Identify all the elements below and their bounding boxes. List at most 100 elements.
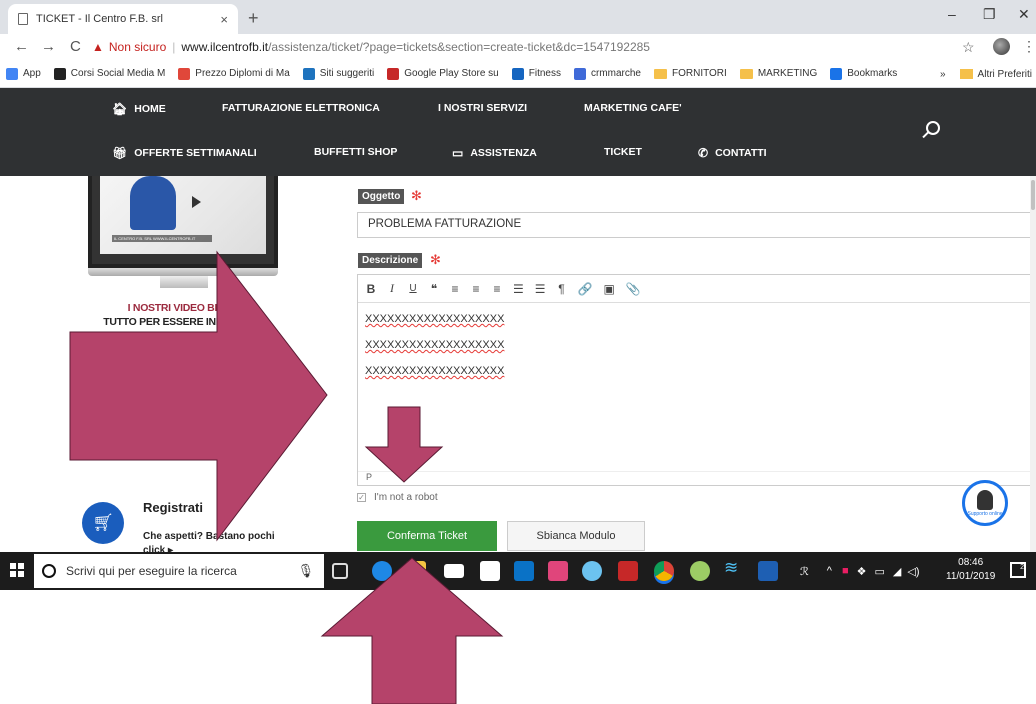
align-left-icon[interactable]: ≡ <box>450 282 460 296</box>
app-red-icon[interactable] <box>618 561 638 581</box>
video-blog-title[interactable]: I NOSTRI VIDEO BLOG <box>82 302 282 314</box>
app-blue-icon[interactable] <box>582 561 602 581</box>
align-center-icon[interactable]: ≡ <box>471 282 481 296</box>
app-green-icon[interactable] <box>690 561 710 581</box>
bookmark-favicon-icon <box>6 67 18 80</box>
search-icon[interactable] <box>926 121 940 135</box>
volume-icon[interactable]: ◁) <box>907 565 919 578</box>
other-bookmarks-label[interactable]: Altri Preferiti <box>978 69 1032 80</box>
nav-buffetti-shop[interactable]: BUFFETTI SHOP <box>314 146 397 158</box>
bookmark-item[interactable]: MARKETING <box>739 68 817 79</box>
forward-arrow-icon[interactable]: → <box>41 38 56 55</box>
nav-offerte[interactable]: 🎁︎ OFFERTE SETTIMANALI <box>112 146 257 160</box>
url-input[interactable]: ▲ Non sicuro | www.ilcentrofb.it/assiste… <box>92 36 952 58</box>
mail-icon[interactable] <box>444 564 464 578</box>
windows-start-icon[interactable] <box>10 563 24 577</box>
nav-marketing-cafe[interactable]: MARKETING CAFE' <box>584 102 682 114</box>
nav-servizi[interactable]: I NOSTRI SERVIZI <box>438 102 527 114</box>
nav-assistenza[interactable]: ▭ ASSISTENZA <box>452 146 537 160</box>
battery-icon[interactable]: ▭ <box>874 565 884 578</box>
captcha[interactable]: ✓ I'm not a robot <box>357 492 438 503</box>
bookmark-item[interactable]: crmmarche <box>573 67 641 80</box>
file-explorer-icon[interactable] <box>406 561 426 581</box>
bookmark-item[interactable]: App <box>6 67 41 80</box>
url-host: www.ilcentrofb.it <box>181 40 269 54</box>
microphone-icon[interactable]: 🎙︎ <box>297 563 314 579</box>
edge-icon[interactable] <box>372 561 392 581</box>
image-icon[interactable]: ▣ <box>603 282 614 296</box>
reset-form-button[interactable]: Sbianca Modulo <box>507 521 645 551</box>
confirm-ticket-button[interactable]: Conferma Ticket <box>357 521 497 551</box>
bookmark-item[interactable]: Bookmarks <box>830 67 897 80</box>
not-secure-label[interactable]: Non sicuro <box>109 40 166 54</box>
store-icon[interactable] <box>480 561 500 581</box>
page-scrollbar[interactable] <box>1030 176 1036 552</box>
nav-home[interactable]: 🏠︎ HOME <box>112 102 166 116</box>
tray-app-icon[interactable]: ■ <box>842 565 849 577</box>
bookmark-item[interactable]: Prezzo Diplomi di Ma <box>178 67 290 80</box>
task-view-icon[interactable] <box>332 563 348 579</box>
clock-date: 11/01/2019 <box>946 571 996 582</box>
subject-input[interactable]: PROBLEMA FATTURAZIONE <box>357 212 1033 238</box>
app-pink-icon[interactable] <box>548 561 568 581</box>
bookmark-item[interactable]: Corsi Social Media M <box>53 67 165 80</box>
notifications-icon[interactable]: 2 <box>1010 562 1026 578</box>
chevron-up-icon[interactable]: ^ <box>827 565 832 577</box>
back-arrow-icon[interactable]: ← <box>14 38 29 55</box>
tab-close-icon[interactable]: × <box>220 12 228 27</box>
word-icon[interactable] <box>758 561 778 581</box>
profile-avatar[interactable] <box>993 38 1010 55</box>
scrollbar-thumb[interactable] <box>1031 180 1035 210</box>
cortana-icon <box>42 564 56 578</box>
support-online-badge[interactable]: Supporto online <box>962 480 1008 526</box>
underline-icon[interactable]: U <box>408 283 418 294</box>
taskbar-search-input[interactable]: Scrivi qui per eseguire la ricerca 🎙︎ <box>34 554 324 588</box>
bookmark-item[interactable]: Google Play Store su <box>387 67 499 80</box>
video-blog-monitor[interactable]: IL CENTRO F.B. SRL WWW.ILCENTROFB.IT <box>88 176 278 268</box>
bookmark-item[interactable]: Siti suggeriti <box>302 67 374 80</box>
bookmark-item[interactable]: FORNITORI <box>653 68 727 79</box>
wifi-icon[interactable]: ≋ <box>724 558 744 578</box>
menu-dots-icon[interactable]: ⋮ <box>1022 38 1036 55</box>
close-window-button[interactable]: ✕ <box>1018 6 1030 23</box>
network-icon[interactable]: ◢ <box>893 565 901 578</box>
reload-icon[interactable]: C <box>70 38 81 55</box>
restore-button[interactable]: ❐ <box>983 6 996 23</box>
align-right-icon[interactable]: ≡ <box>492 282 502 296</box>
browser-tab[interactable]: TICKET - Il Centro F.B. srl × <box>8 4 238 34</box>
registrati-link[interactable]: Che aspetti? Bastano pochi click ▸ <box>143 530 293 552</box>
taskbar-clock[interactable]: 08:46 11/01/2019 <box>946 556 995 584</box>
clock-time: 08:46 <box>958 557 984 568</box>
attachment-icon[interactable]: 📎 <box>626 282 641 296</box>
address-bar: ← → C ▲ Non sicuro | www.ilcentrofb.it/a… <box>0 34 1036 60</box>
new-tab-button[interactable]: + <box>248 8 259 29</box>
nav-servizi-label: I NOSTRI SERVIZI <box>438 102 528 114</box>
link-icon[interactable]: 🔗 <box>578 282 593 296</box>
nav-buffetti-label: BUFFETTI SHOP <box>314 146 398 158</box>
blockquote-icon[interactable]: ❝ <box>429 282 439 296</box>
bullet-list-icon[interactable]: ☰ <box>513 282 524 296</box>
editor-body[interactable]: XXXXXXXXXXXXXXXXXXX XXXXXXXXXXXXXXXXXXX XX… <box>358 303 1032 401</box>
bookmark-item[interactable]: Fitness <box>511 67 561 80</box>
captcha-checkbox[interactable]: ✓ <box>357 493 366 502</box>
tray-dropbox-icon[interactable]: ❖ <box>857 565 867 578</box>
nav-contatti[interactable]: ✆ CONTATTI <box>698 146 767 160</box>
outlook-icon[interactable] <box>514 561 534 581</box>
editor-line: XXXXXXXXXXXXXXXXXXX <box>365 339 505 351</box>
nav-fatturazione[interactable]: FATTURAZIONE ELETTRONICA <box>222 102 380 114</box>
bookmarks-more-icon[interactable]: » <box>940 69 946 80</box>
paragraph-icon[interactable]: ¶ <box>557 282 567 296</box>
bookmark-label: Prezzo Diplomi di Ma <box>195 68 290 79</box>
bookmark-star-icon[interactable]: ☆ <box>962 39 975 56</box>
italic-icon[interactable]: I <box>387 281 397 296</box>
cart-icon[interactable]: 🛒︎ <box>82 502 124 544</box>
chrome-icon[interactable] <box>654 561 674 581</box>
numbered-list-icon[interactable]: ☰ <box>535 282 546 296</box>
description-editor[interactable]: B I U ❝ ≡ ≡ ≡ ☰ ☰ ¶ 🔗 ▣ 📎 XXXXXXXXXXXXXXXXXXX XXXXXXX… <box>357 274 1033 486</box>
minimize-button[interactable]: – <box>948 6 956 22</box>
play-icon[interactable] <box>192 196 201 208</box>
bookmark-favicon-icon <box>830 67 843 80</box>
people-icon[interactable]: ℛ <box>800 565 809 578</box>
bold-icon[interactable]: B <box>366 282 376 296</box>
nav-ticket[interactable]: TICKET <box>604 146 642 158</box>
